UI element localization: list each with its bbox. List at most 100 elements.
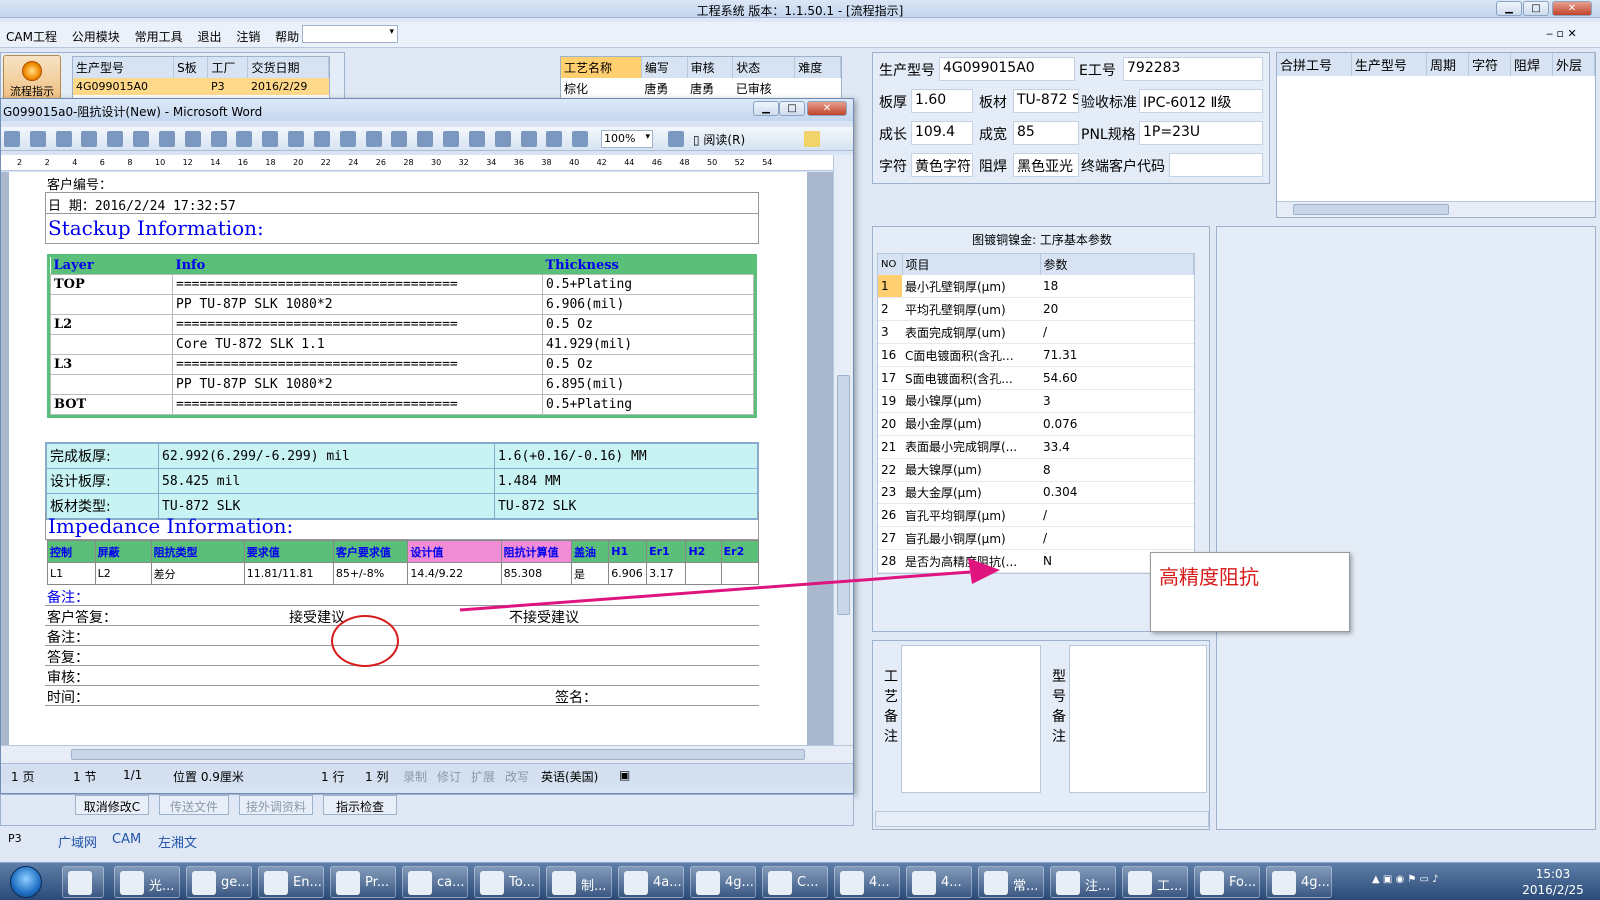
minimize-button[interactable]: ▁ [1496,1,1522,16]
model-memo-box[interactable] [1069,645,1207,793]
table-row[interactable]: 22 最大镍厚(μm) 8 [878,458,1194,482]
insert-excel-icon[interactable] [468,131,485,147]
read-button[interactable]: ▯ 阅读(R) [693,131,745,148]
horizontal-scrollbar[interactable] [1,745,853,763]
table-row[interactable]: 1 最小孔壁铜厚(μm) 18 [878,275,1194,299]
tab-wan[interactable]: 广域网 [58,832,97,851]
taskbar-item[interactable]: ge... [186,866,252,898]
col-value[interactable]: 参数 [1040,254,1194,275]
field-standard[interactable]: IPC-6012 Ⅱ级 [1139,89,1263,113]
menu-exit[interactable]: 退出 [191,22,226,45]
menu-common-module[interactable]: 公用模块 [66,22,125,45]
col-reviewer[interactable]: 审核 [687,57,734,78]
show-hide-icon[interactable] [572,131,589,147]
word-minimize-button[interactable]: ▁ [753,101,779,116]
table-row[interactable]: 26 盲孔平均铜厚(μm) / [878,503,1194,528]
field-thickness[interactable]: 1.60 [911,89,973,113]
table-row[interactable]: 16 C面电镀面积(含孔... 71.31 [878,343,1194,368]
undo-icon[interactable] [339,131,356,147]
open-icon[interactable] [4,131,20,147]
col-merge-period[interactable]: 周期 [1426,53,1469,76]
table-row[interactable]: 19 最小镍厚(μm) 3 [878,389,1194,413]
zoom-combo[interactable]: 100% ▾ [601,130,653,148]
scroll-thumb[interactable] [1293,204,1449,215]
taskbar-item[interactable]: ca... [402,866,468,898]
menu-help[interactable]: 帮助 [269,22,304,45]
table-row[interactable]: 27 盲孔最小铜厚(μm) / [878,526,1194,551]
col-factory[interactable]: 工厂 [207,57,249,78]
taskbar-item[interactable]: 4g... [1266,866,1332,898]
field-solder-mask[interactable]: 黑色亚光 [1013,153,1079,177]
status-ext[interactable]: 扩展 [471,768,495,785]
field-prod-model[interactable]: 4G099015A0 [939,57,1075,81]
external-data-button[interactable]: 接外调资料 [239,795,313,815]
tab-cam[interactable]: CAM [112,832,141,847]
traditional-chinese-icon[interactable] [158,131,175,147]
table-row[interactable]: 3 表面完成铜厚(um) / [878,320,1194,345]
table-row[interactable]: 21 表面最小完成铜厚(... 33.4 [878,435,1194,459]
ruler[interactable]: 2 2 4 6 8 10 12 14 16 18 20 22 24 26 28 30 32 34 36 38 40 42 4… [1,155,833,171]
taskbar-item[interactable]: 光... [114,866,180,898]
col-difficulty[interactable]: 难度 [794,57,841,78]
taskbar-item[interactable]: 常... [978,866,1044,898]
flow-indication-button[interactable]: 流程指示 [3,55,61,101]
status-rec[interactable]: 录制 [403,768,427,785]
document-page[interactable]: 客户编号： 日 期：2016/2/24 17:32:57 Stackup Inf… [9,172,807,745]
taskbar-item[interactable]: 4... [834,866,900,898]
taskbar-item[interactable]: 工... [1122,866,1188,898]
drawing-icon[interactable] [520,131,537,147]
col-delivery-date[interactable]: 交货日期 [247,57,329,78]
col-process-name[interactable]: 工艺名称 [561,57,642,78]
cancel-edit-button[interactable]: 取消修改C [75,795,149,815]
send-file-button[interactable]: 传送文件 [159,795,229,815]
word-maximize-button[interactable]: □ [779,101,805,116]
menu-common-tools[interactable]: 常用工具 [129,22,188,45]
product-table[interactable]: 生产型号 S板 工厂 交货日期 4G099015A0 P3 2016/2/29 [72,56,330,100]
scroll-thumb[interactable] [837,375,850,615]
document-map-icon[interactable] [546,131,563,147]
field-end-customer[interactable] [1169,153,1263,177]
save-icon[interactable] [29,131,46,147]
taskbar-item[interactable]: Pr... [330,866,396,898]
col-merge-no[interactable]: 合拼工号 [1277,53,1352,76]
word-window[interactable]: G099015a0-阻抗设计(New) - Microsoft Word ▁ □… [0,98,854,794]
print-icon[interactable] [107,131,124,147]
taskbar-item[interactable]: To... [474,866,540,898]
status-ovr[interactable]: 改写 [505,768,529,785]
clock[interactable]: 15:03 2016/2/25 [1510,866,1596,898]
format-painter-icon[interactable] [313,131,330,147]
params-grid[interactable]: NO 项目 参数 1 最小孔壁铜厚(μm) 18 2 平均孔壁铜厚(um) 20 3 表面完成… [877,253,1195,575]
taskbar-item[interactable]: En... [258,866,324,898]
table-row[interactable]: 2 平均孔壁铜厚(um) 20 [878,297,1194,322]
reject-option[interactable]: 不接受建议 [509,607,579,627]
col-merge-char[interactable]: 字符 [1468,53,1511,76]
hyperlink-icon[interactable] [391,131,408,147]
word-close-button[interactable]: ✕ [807,101,847,116]
process-table[interactable]: 工艺名称 编写 审核 状态 难度 棕化 唐勇 唐勇 已审核 [560,56,842,100]
col-no[interactable]: NO [878,254,903,275]
col-author[interactable]: 编写 [641,57,688,78]
field-width[interactable]: 85 [1013,121,1079,145]
table-row[interactable]: 28 是否为高精度阻抗(... N [878,549,1194,574]
menu-logout[interactable]: 注销 [230,22,265,45]
status-trk[interactable]: 修订 [437,768,461,785]
calculator-icon[interactable] [62,866,104,898]
mdi-controls[interactable]: ‒ ▫ ✕ [1546,27,1577,40]
spellcheck-icon[interactable]: ▣ [619,768,630,782]
taskbar-item[interactable]: 4g... [690,866,756,898]
vertical-scrollbar[interactable] [833,155,853,745]
close-button[interactable]: ✕ [1552,1,1592,16]
col-item[interactable]: 项目 [902,254,1041,275]
table-row[interactable]: 4G099015A0 P3 2016/2/29 [73,78,329,95]
table-row[interactable]: 23 最大金厚(μm) 0.304 [878,481,1194,505]
scroll-thumb[interactable] [71,749,805,760]
field-character[interactable]: 黄色字符 [911,153,973,177]
highlight-icon[interactable] [804,131,820,147]
field-e-no[interactable]: 792283 [1123,57,1263,81]
redo-icon[interactable] [365,131,382,147]
cut-icon[interactable] [236,131,253,147]
process-memo-box[interactable] [901,645,1041,793]
spelling-icon[interactable] [184,131,201,147]
table-row[interactable]: 20 最小金厚(μm) 0.076 [878,412,1194,436]
tab-user[interactable]: 左湘文 [158,832,197,851]
